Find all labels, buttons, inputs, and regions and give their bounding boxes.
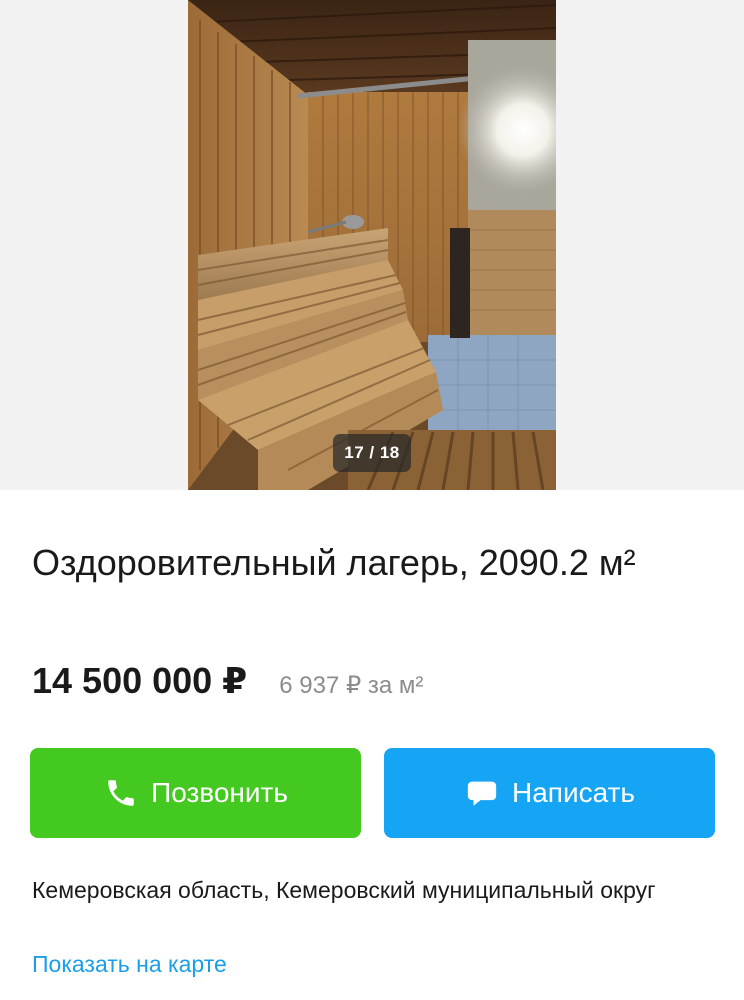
- show-on-map-link[interactable]: Показать на карте: [32, 946, 227, 982]
- photo-counter: 17 / 18: [333, 434, 411, 472]
- photo-gallery[interactable]: 17 / 18: [0, 0, 744, 490]
- call-button-label: Позвонить: [151, 777, 288, 808]
- call-button[interactable]: Позвонить: [30, 748, 361, 838]
- price-row: 14 500 000 ₽ 6 937 ₽ за м²: [32, 660, 423, 710]
- listing-page: 17 / 18 Оздоровительный лагерь, 2090.2 м…: [0, 0, 744, 1000]
- chat-icon: [464, 775, 500, 811]
- listing-price: 14 500 000 ₽: [32, 660, 248, 701]
- write-button[interactable]: Написать: [384, 748, 715, 838]
- listing-title: Оздоровительный лагерь, 2090.2 м²: [32, 542, 636, 583]
- price-per-square-meter: 6 937 ₽ за м²: [279, 672, 424, 699]
- phone-icon: [103, 775, 139, 811]
- listing-address: Кемеровская область, Кемеровский муницип…: [32, 877, 656, 903]
- write-button-label: Написать: [512, 777, 635, 808]
- listing-photo[interactable]: [188, 0, 556, 490]
